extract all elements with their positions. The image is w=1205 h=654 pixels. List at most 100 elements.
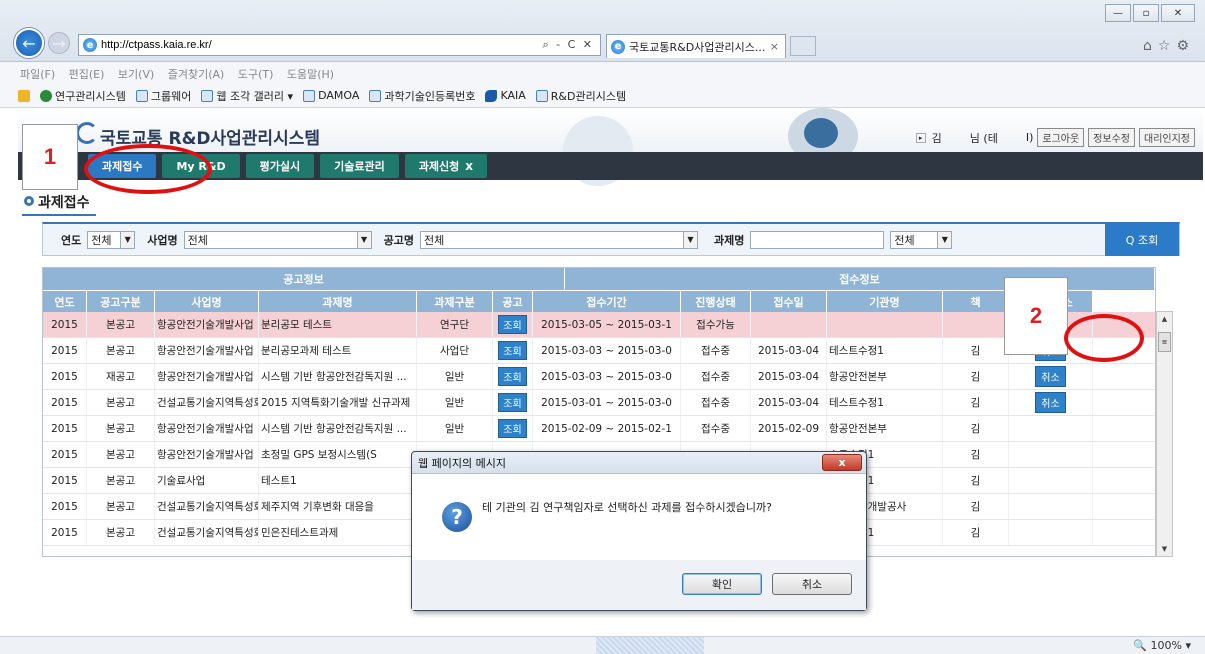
favorites-star-icon[interactable]	[18, 89, 30, 102]
logo-icon	[76, 122, 98, 144]
view-notice-button[interactable]: 조회	[498, 341, 527, 360]
status-indicator	[596, 637, 704, 654]
zoom-level[interactable]: 🔍 100% ▾	[1133, 639, 1191, 652]
browser-tab[interactable]: e 국토교통R&D사업관리시스... ×	[606, 34, 786, 58]
minimize-icon[interactable]: —	[1105, 4, 1131, 22]
menu-bar[interactable]: 파일(F) 편집(E) 보기(V) 즐겨찾기(A) 도구(T) 도움말(H)	[0, 62, 1205, 84]
proxy-button[interactable]: 대리인지정	[1139, 128, 1195, 147]
back-button[interactable]: ←	[14, 28, 44, 58]
table-cell: 조회	[493, 390, 533, 415]
logout-button[interactable]: 로그아웃	[1037, 128, 1085, 147]
address-bar[interactable]: e http://ctpass.kaia.re.kr/ ⌕ - C ✕	[78, 34, 601, 56]
cancel-button[interactable]: 취소	[772, 573, 852, 595]
nav-task-application[interactable]: 과제신청 x	[404, 154, 487, 178]
business-select[interactable]: 전체 ▼	[183, 230, 372, 249]
new-tab-button[interactable]	[790, 36, 816, 56]
fav-item-2[interactable]: 웹 조각 갤러리 ▾	[201, 88, 293, 104]
table-header: 연도공고구분사업명과제명과제구분공고접수기간진행상태접수일기관명책접수/취소	[43, 290, 1155, 312]
nav-evaluation[interactable]: 평가실시	[245, 154, 315, 178]
edit-info-button[interactable]: 정보수정	[1088, 128, 1135, 147]
year-select[interactable]: 전체 ▼	[87, 230, 136, 249]
task-select[interactable]: 전체 ▼	[890, 230, 953, 249]
table-cell	[1009, 442, 1093, 467]
cancel-reception-button[interactable]: 취소	[1035, 366, 1066, 387]
tab-title: 국토교통R&D사업관리시스...	[629, 40, 766, 54]
table-cell: 2015	[43, 520, 87, 545]
favorites-bar: 연구관리시스템 그룹웨어 웹 조각 갤러리 ▾ DAMOA 과학기술인등록번호 …	[0, 84, 1205, 108]
task-name-input[interactable]	[750, 230, 885, 249]
view-notice-button[interactable]: 조회	[498, 393, 527, 412]
table-cell	[943, 312, 1009, 337]
chevron-down-icon: ▼	[683, 231, 697, 248]
forward-button[interactable]: →	[48, 32, 70, 54]
table-row[interactable]: 2015 본공고 항공안전기술개발사업 분리공모 테스트 연구단 조회 2015-03-05…	[43, 312, 1155, 338]
table-cell: 김	[943, 468, 1009, 493]
fav-item-1[interactable]: 그룹웨어	[135, 88, 191, 104]
fav-item-5[interactable]: KAIA	[485, 89, 526, 102]
view-notice-button[interactable]: 조회	[498, 367, 527, 386]
page-icon	[303, 89, 316, 102]
column-header: 공고	[493, 290, 533, 312]
table-scrollbar[interactable]: ▲ ≡ ▼	[1156, 311, 1173, 557]
scroll-thumb[interactable]: ≡	[1158, 332, 1171, 352]
table-cell: 본공고	[87, 312, 155, 337]
table-cell: 일반	[417, 416, 493, 441]
nav-close-icon[interactable]: x	[465, 159, 473, 173]
view-notice-button[interactable]: 조회	[498, 315, 527, 334]
table-row[interactable]: 2015 재공고 항공안전기술개발사업 시스템 기반 항공안전감독지원 ... 일반 조회…	[43, 364, 1155, 390]
table-row[interactable]: 2015 본공고 항공안전기술개발사업 시스템 기반 항공안전감독지원 ... 일반 조회…	[43, 416, 1155, 442]
table-cell: 테스트1	[259, 468, 417, 493]
close-window-icon[interactable]: ✕	[1161, 4, 1195, 22]
scroll-down-icon[interactable]: ▼	[1157, 542, 1172, 556]
table-cell: 항공안전기술개발사업	[155, 416, 259, 441]
dialog-close-button[interactable]: x	[822, 454, 862, 471]
table-cell: 건설교통기술지역특성화	[155, 520, 259, 545]
page-icon	[135, 89, 148, 102]
notice-select[interactable]: 전체 ▼	[420, 230, 698, 249]
column-header: 진행상태	[681, 290, 751, 312]
ok-button[interactable]: 확인	[682, 573, 762, 595]
annotation-circle-1	[84, 144, 212, 194]
title-bullet-icon	[24, 196, 34, 206]
table-cell	[751, 312, 827, 337]
notice-label: 공고명	[383, 233, 414, 247]
dialog-footer: 확인 취소	[412, 560, 866, 610]
table-cell: 2015-03-05 ~ 2015-03-1	[533, 312, 681, 337]
tab-close-icon[interactable]: ×	[770, 40, 779, 53]
table-cell: 2015 지역특화기술개발 신규과제	[259, 390, 417, 415]
fav-item-6[interactable]: R&D관리시스템	[535, 88, 626, 104]
address-tools[interactable]: ⌕ - C ✕	[542, 38, 600, 52]
cancel-reception-button[interactable]: 취소	[1035, 392, 1066, 413]
table-cell: 항공안전기술개발사업	[155, 338, 259, 363]
table-row[interactable]: 2015 본공고 항공안전기술개발사업 분리공모과제 테스트 사업단 조회 2015-03-…	[43, 338, 1155, 364]
view-notice-button[interactable]: 조회	[498, 419, 527, 438]
toolbar-icons[interactable]: ⌂☆⚙	[1143, 38, 1195, 54]
table-cell: 2015	[43, 312, 87, 337]
table-cell: 취소	[1009, 364, 1093, 389]
table-cell: 테스트수정1	[827, 338, 943, 363]
table-row[interactable]: 2015 본공고 건설교통기술지역특성화 2015 지역특화기술개발 신규과제 일반 조회…	[43, 390, 1155, 416]
maximize-icon[interactable]: ▫	[1133, 4, 1159, 22]
fav-item-3[interactable]: DAMOA	[303, 89, 359, 102]
fav-item-4[interactable]: 과학기술인등록번호	[369, 88, 475, 104]
annotation-circle-2	[1064, 314, 1144, 362]
table-cell: 2015	[43, 442, 87, 467]
globe-icon	[40, 89, 52, 102]
table-cell: 일반	[417, 364, 493, 389]
table-cell: 분리공모과제 테스트	[259, 338, 417, 363]
search-button[interactable]: Q 조회	[1105, 223, 1179, 256]
url-text[interactable]: http://ctpass.kaia.re.kr/	[101, 39, 542, 51]
fav-item-0[interactable]: 연구관리시스템	[40, 88, 126, 104]
table-cell: 접수중	[681, 416, 751, 441]
annotation-number-1: 1	[22, 124, 78, 190]
user-prefix: 김	[931, 131, 942, 145]
table-cell: 2015	[43, 494, 87, 519]
table-cell: 항공안전기술개발사업	[155, 312, 259, 337]
table-cell: 조회	[493, 364, 533, 389]
table-cell: 2015	[43, 468, 87, 493]
table-cell: 2015	[43, 338, 87, 363]
scroll-up-icon[interactable]: ▲	[1157, 312, 1172, 326]
nav-royalty[interactable]: 기술료관리	[320, 154, 399, 178]
column-header: 공고구분	[87, 290, 155, 312]
table-cell: 2015	[43, 416, 87, 441]
